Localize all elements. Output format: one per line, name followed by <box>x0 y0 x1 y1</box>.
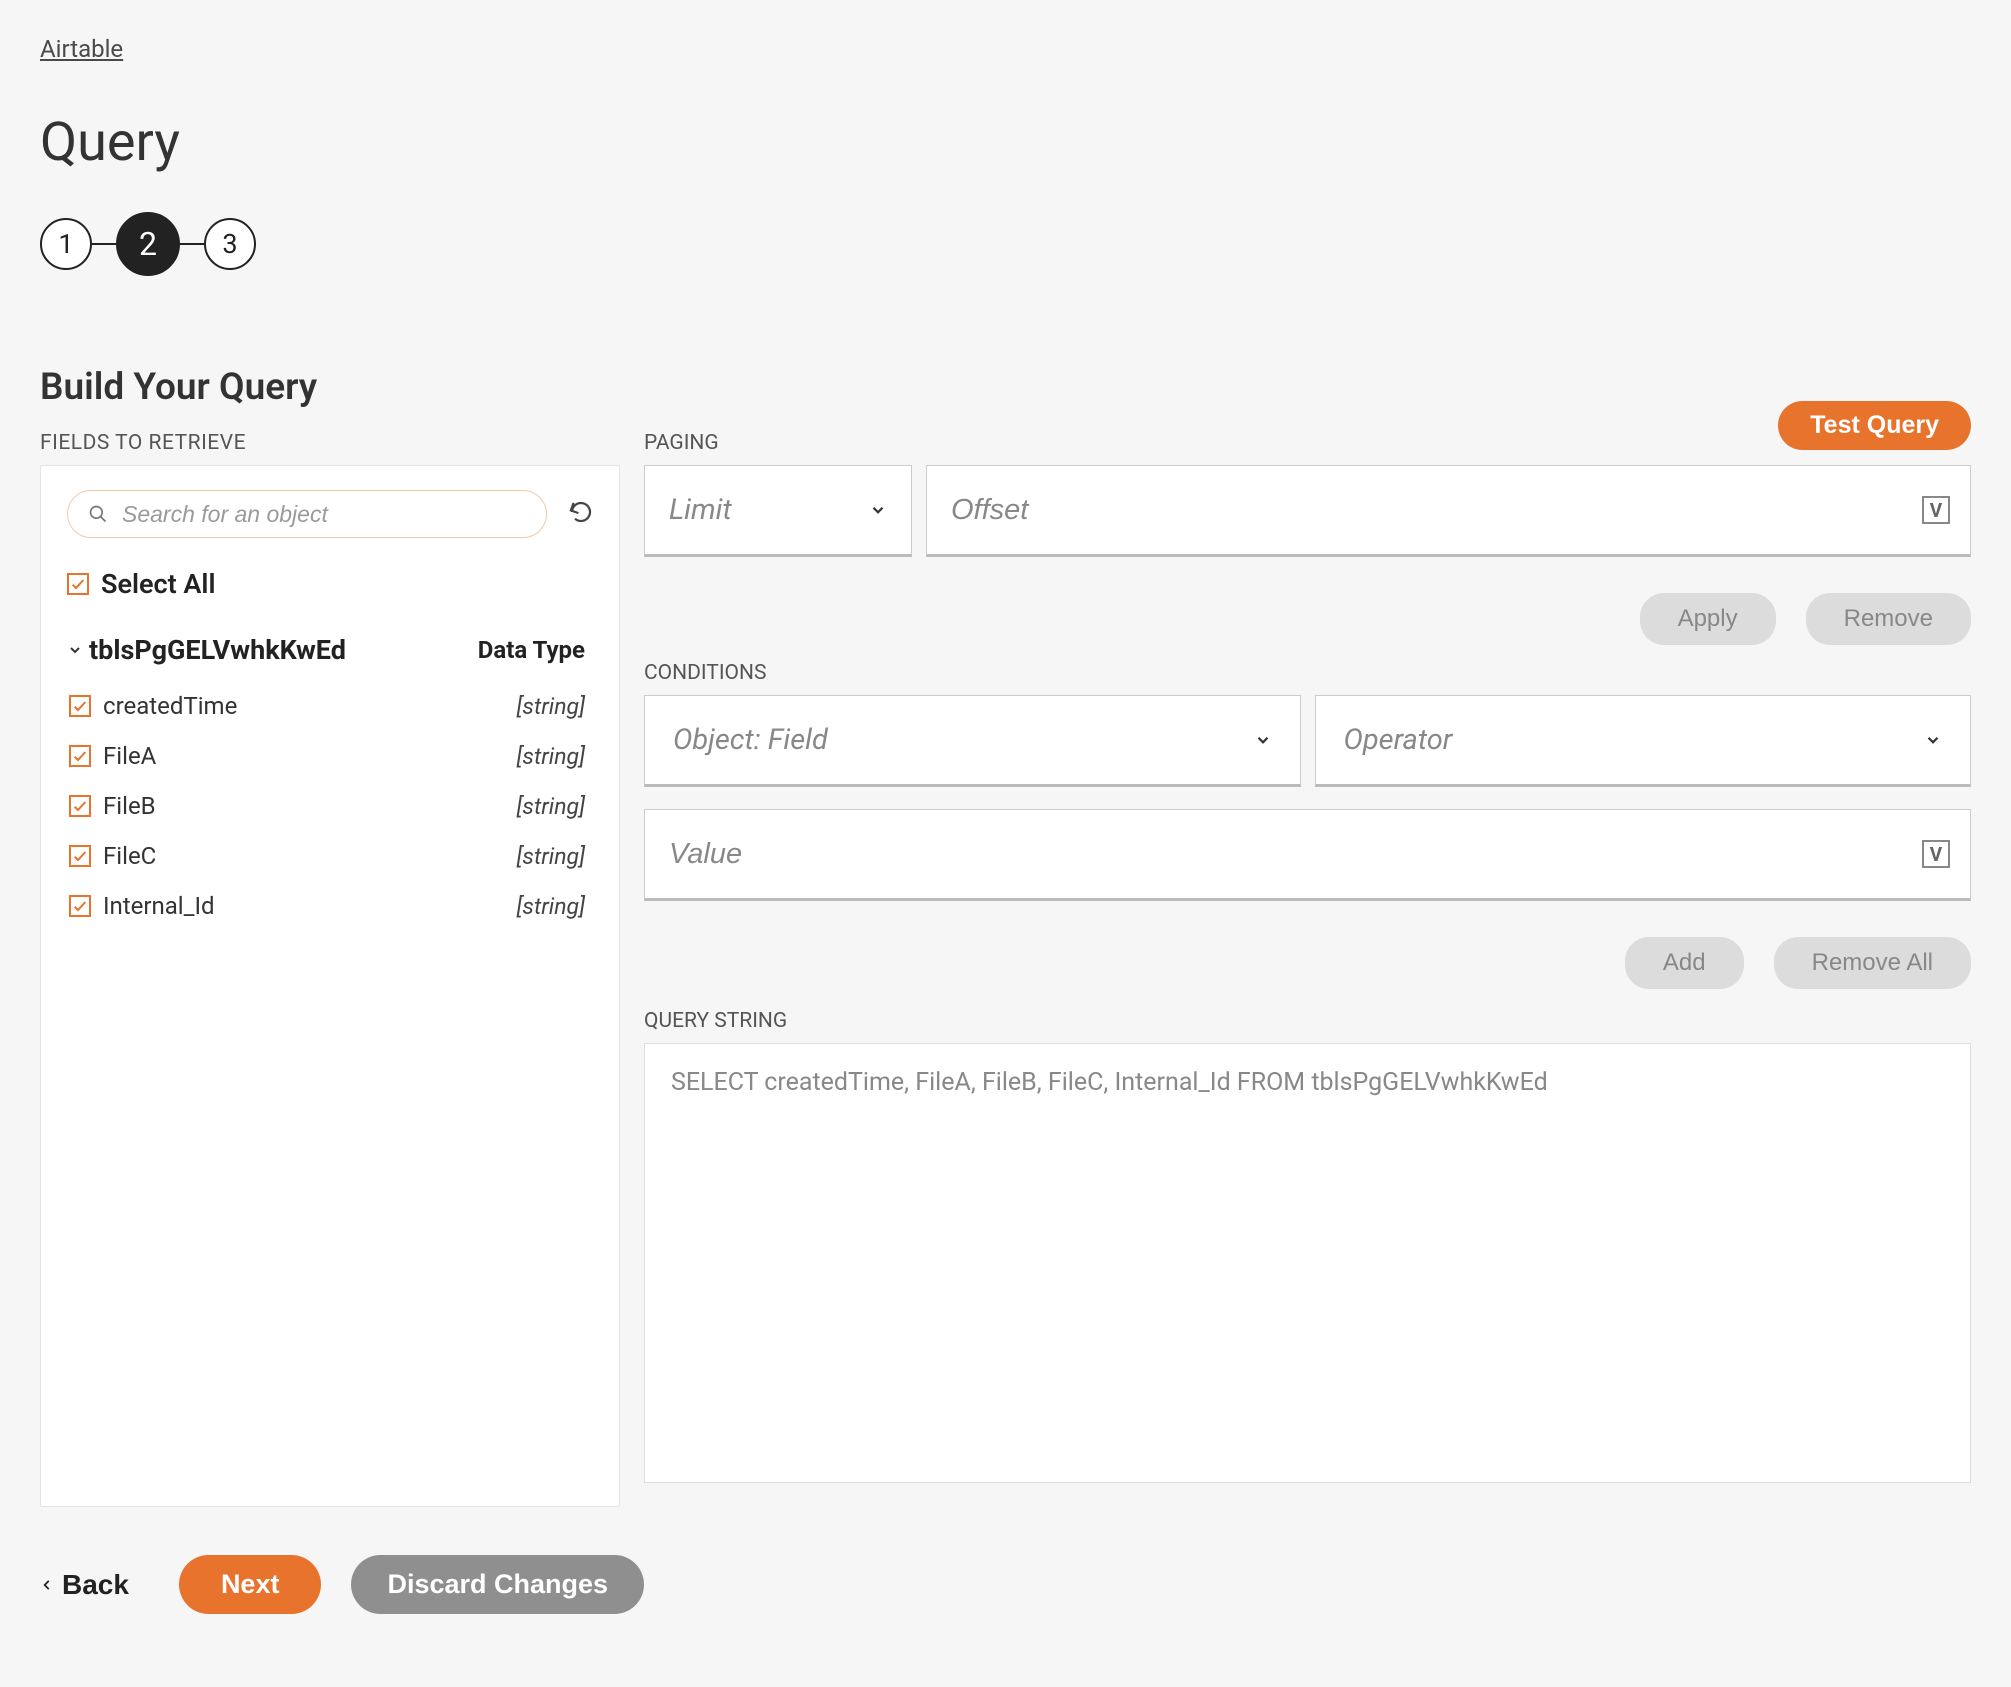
fields-label: FIELDS TO RETRIEVE <box>40 431 620 455</box>
condition-operator-select[interactable]: Operator <box>1315 695 1972 787</box>
field-checkbox[interactable] <box>69 745 91 767</box>
field-name: FileB <box>103 792 156 820</box>
limit-select[interactable]: Limit <box>644 465 912 557</box>
check-icon <box>72 898 88 914</box>
field-name: FileA <box>103 742 156 770</box>
chevron-down-icon <box>1924 731 1942 749</box>
discard-button[interactable]: Discard Changes <box>351 1555 644 1614</box>
variable-icon[interactable]: V <box>1922 496 1950 524</box>
field-type: [string] <box>517 793 585 820</box>
query-string-textarea[interactable] <box>644 1043 1971 1483</box>
check-icon <box>70 576 86 592</box>
field-row: FileB [string] <box>67 792 593 820</box>
search-input[interactable] <box>122 501 526 528</box>
field-row: FileC [string] <box>67 842 593 870</box>
field-row: Internal_Id [string] <box>67 892 593 920</box>
query-string-label: QUERY STRING <box>644 1009 1971 1033</box>
field-name: createdTime <box>103 692 237 720</box>
data-type-header: Data Type <box>478 636 585 664</box>
page-title: Query <box>40 111 1971 174</box>
fields-panel: Select All tblsPgGELVwhkKwEd Data Type c… <box>40 465 620 1507</box>
apply-button[interactable]: Apply <box>1640 593 1776 645</box>
chevron-down-icon[interactable] <box>67 642 83 658</box>
field-type: [string] <box>517 843 585 870</box>
back-label: Back <box>62 1569 129 1601</box>
breadcrumb-link[interactable]: Airtable <box>40 35 123 63</box>
step-3[interactable]: 3 <box>204 218 256 270</box>
table-name: tblsPgGELVwhkKwEd <box>89 634 346 666</box>
add-button[interactable]: Add <box>1625 937 1744 989</box>
next-button[interactable]: Next <box>179 1555 322 1614</box>
conditions-label: CONDITIONS <box>644 661 1971 685</box>
chevron-left-icon <box>40 1578 54 1592</box>
condition-value-input[interactable] <box>669 838 1922 871</box>
step-line <box>92 243 116 245</box>
field-name: FileC <box>103 842 156 870</box>
offset-input[interactable] <box>951 494 1922 527</box>
refresh-button[interactable] <box>569 500 593 528</box>
step-2[interactable]: 2 <box>116 212 180 276</box>
check-icon <box>72 698 88 714</box>
check-icon <box>72 748 88 764</box>
variable-icon[interactable]: V <box>1922 840 1950 868</box>
search-input-wrap[interactable] <box>67 490 547 538</box>
test-query-button[interactable]: Test Query <box>1778 401 1971 450</box>
search-icon <box>88 504 108 524</box>
paging-label: PAGING <box>644 431 1971 455</box>
check-icon <box>72 798 88 814</box>
field-type: [string] <box>517 693 585 720</box>
condition-operator-placeholder: Operator <box>1344 723 1453 757</box>
limit-placeholder: Limit <box>669 493 732 527</box>
back-button[interactable]: Back <box>40 1569 129 1601</box>
field-type: [string] <box>517 743 585 770</box>
remove-button[interactable]: Remove <box>1806 593 1971 645</box>
condition-value-wrap[interactable]: V <box>644 809 1971 901</box>
section-title: Build Your Query <box>40 366 1971 409</box>
select-all-checkbox[interactable] <box>67 573 89 595</box>
remove-all-button[interactable]: Remove All <box>1774 937 1971 989</box>
select-all-label: Select All <box>101 568 215 600</box>
field-checkbox[interactable] <box>69 895 91 917</box>
stepper: 1 2 3 <box>40 212 1971 276</box>
field-name: Internal_Id <box>103 892 215 920</box>
check-icon <box>72 848 88 864</box>
chevron-down-icon <box>1254 731 1272 749</box>
refresh-icon <box>569 500 593 524</box>
chevron-down-icon <box>869 501 887 519</box>
field-checkbox[interactable] <box>69 795 91 817</box>
field-checkbox[interactable] <box>69 695 91 717</box>
field-row: createdTime [string] <box>67 692 593 720</box>
condition-field-placeholder: Object: Field <box>673 723 828 757</box>
offset-input-wrap[interactable]: V <box>926 465 1971 557</box>
field-checkbox[interactable] <box>69 845 91 867</box>
field-type: [string] <box>517 893 585 920</box>
step-line <box>180 243 204 245</box>
condition-field-select[interactable]: Object: Field <box>644 695 1301 787</box>
field-row: FileA [string] <box>67 742 593 770</box>
step-1[interactable]: 1 <box>40 218 92 270</box>
